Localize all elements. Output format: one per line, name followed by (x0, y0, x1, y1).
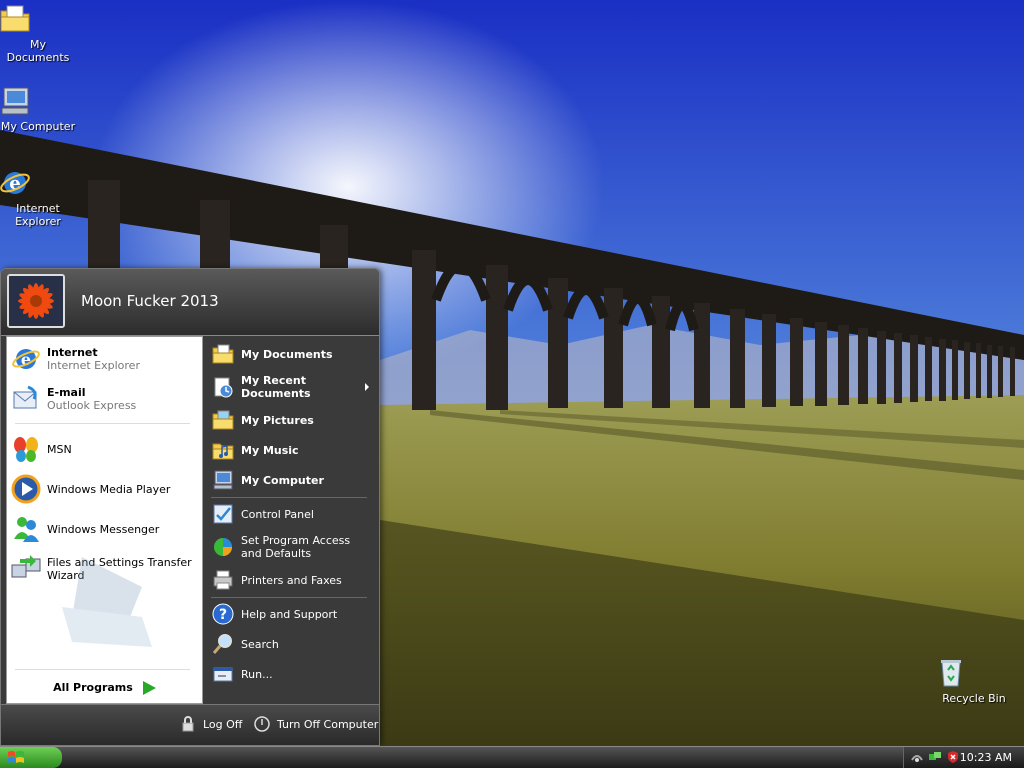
desktop-icon-label: Recycle Bin (942, 692, 1006, 705)
messenger-icon (10, 513, 42, 545)
start-button[interactable] (0, 747, 62, 768)
program-item-windows-messenger[interactable]: Windows Messenger (10, 511, 198, 547)
turn-off-computer-button[interactable]: Turn Off Computer (253, 715, 378, 733)
pinned-item-email[interactable]: E-mail Outlook Express (10, 381, 198, 417)
recent-documents-icon (211, 375, 235, 399)
pinned-item-internet[interactable]: e Internet Internet Explorer (10, 341, 198, 377)
system-tray: 10:23 AM (903, 747, 1024, 768)
run-icon (211, 662, 235, 686)
program-access-icon (211, 535, 235, 559)
transfer-wizard-watermark-icon (52, 547, 172, 667)
start-menu-places-pane: My Documents My Recent Documents My Pict… (207, 336, 377, 704)
start-menu-header: Moon Fucker 2013 (1, 269, 379, 336)
svg-text:?: ? (219, 607, 227, 623)
all-programs-button[interactable]: All Programs (7, 681, 202, 695)
taskbar: 10:23 AM (0, 746, 1024, 768)
place-label: My Pictures (241, 413, 314, 427)
clock[interactable]: 10:23 AM (960, 751, 1012, 764)
printer-icon (211, 568, 235, 592)
program-label: Windows Media Player (47, 482, 171, 496)
my-computer-icon (1, 84, 55, 118)
desktop-icon-label: My Documents (6, 38, 70, 64)
start-menu-footer: Log Off Turn Off Computer (1, 704, 379, 745)
turn-off-label: Turn Off Computer (277, 717, 379, 731)
program-item-windows-media-player[interactable]: Windows Media Player (10, 471, 198, 507)
my-documents-icon (0, 2, 55, 36)
msn-butterfly-icon (10, 433, 42, 465)
place-label: My Music (241, 443, 299, 457)
email-icon (10, 383, 42, 415)
pinned-title: E-mail (47, 386, 86, 399)
tool-label: Search (241, 637, 279, 651)
separator (211, 497, 367, 498)
log-off-button[interactable]: Log Off (179, 715, 242, 733)
setting-program-access[interactable]: Set Program Access and Defaults (211, 530, 373, 564)
tool-help-support[interactable]: ? Help and Support (211, 600, 373, 628)
desktop-icon-label: My Computer (0, 120, 76, 133)
all-programs-label: All Programs (53, 681, 133, 694)
desktop-icon-my-documents[interactable]: My Documents (0, 2, 78, 64)
network-icon[interactable] (910, 750, 924, 764)
program-label: Windows Messenger (47, 522, 160, 536)
tool-label: Help and Support (241, 607, 338, 621)
security-alert-icon[interactable] (946, 750, 960, 764)
place-my-documents[interactable]: My Documents (211, 340, 373, 368)
avatar[interactable] (7, 274, 65, 328)
setting-printers-faxes[interactable]: Printers and Faxes (211, 566, 373, 594)
media-player-icon (10, 473, 42, 505)
start-menu-programs-pane: e Internet Internet Explorer E-mail Outloo… (6, 336, 203, 704)
desktop-icon-internet-explorer[interactable]: e Internet Explorer (0, 166, 78, 228)
setting-label: Printers and Faxes (241, 573, 342, 587)
place-label: My Documents (241, 347, 333, 361)
setting-control-panel[interactable]: Control Panel (211, 500, 373, 528)
recycle-bin-icon (941, 656, 991, 690)
separator (15, 669, 190, 670)
lock-icon (179, 715, 197, 733)
folder-music-icon (211, 438, 235, 462)
user-name: Moon Fucker 2013 (81, 292, 219, 310)
setting-label: Set Program Access and Defaults (241, 534, 351, 560)
tool-label: Run... (241, 667, 273, 681)
tool-run[interactable]: Run... (211, 660, 373, 688)
connection-icon[interactable] (928, 750, 942, 764)
log-off-label: Log Off (203, 717, 243, 731)
tool-search[interactable]: Search (211, 630, 373, 658)
folder-pictures-icon (211, 408, 235, 432)
transfer-wizard-icon (10, 553, 42, 585)
windows-logo-icon (8, 750, 24, 763)
internet-explorer-icon: e (10, 343, 42, 375)
program-item-msn[interactable]: MSN (10, 431, 198, 467)
start-menu: Moon Fucker 2013 e Internet Internet Expl… (0, 268, 380, 746)
arrow-right-icon (142, 681, 156, 695)
pinned-subtitle: Internet Explorer (47, 359, 140, 372)
folder-documents-icon (211, 342, 235, 366)
place-label: My Recent Documents (241, 374, 311, 400)
search-icon (211, 632, 235, 656)
desktop-icon-recycle-bin[interactable]: Recycle Bin (934, 656, 1014, 705)
submenu-arrow-icon (365, 383, 369, 391)
separator (15, 423, 190, 424)
desktop-icon-label: Internet Explorer (15, 202, 61, 228)
place-label: My Computer (241, 473, 324, 487)
place-my-pictures[interactable]: My Pictures (211, 406, 373, 434)
pinned-subtitle: Outlook Express (47, 399, 137, 412)
place-my-computer[interactable]: My Computer (211, 466, 373, 494)
internet-explorer-icon: e (0, 166, 55, 200)
setting-label: Control Panel (241, 507, 314, 521)
help-icon: ? (211, 602, 235, 626)
desktop-icon-my-computer[interactable]: My Computer (0, 84, 78, 133)
control-panel-icon (211, 502, 235, 526)
my-computer-icon (211, 468, 235, 492)
pinned-title: Internet (47, 346, 98, 359)
place-my-recent-documents[interactable]: My Recent Documents (211, 370, 373, 404)
power-icon (253, 715, 271, 733)
place-my-music[interactable]: My Music (211, 436, 373, 464)
program-label: MSN (47, 442, 72, 456)
separator (211, 597, 367, 598)
